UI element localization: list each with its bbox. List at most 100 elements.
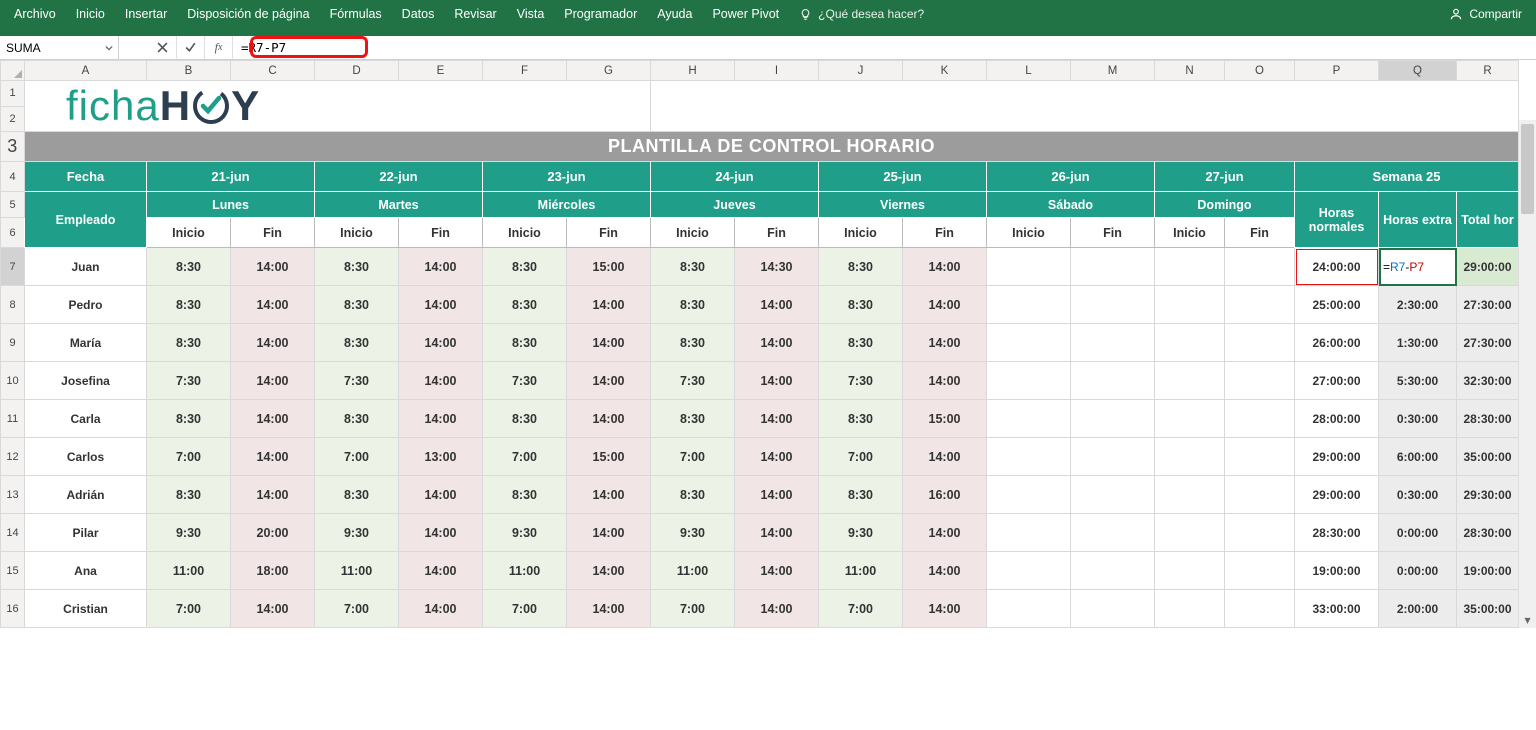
time-cell-inicio[interactable]: 8:30 bbox=[483, 400, 567, 438]
time-cell-inicio[interactable] bbox=[1155, 286, 1225, 324]
name-box[interactable] bbox=[0, 36, 100, 59]
ribbon-tab[interactable]: Insertar bbox=[115, 3, 177, 25]
time-cell-inicio[interactable]: 8:30 bbox=[819, 400, 903, 438]
time-cell-inicio[interactable] bbox=[1155, 248, 1225, 286]
ribbon-tab[interactable]: Disposición de página bbox=[177, 3, 319, 25]
share-button[interactable]: Compartir bbox=[1439, 7, 1532, 21]
horas-normales-cell[interactable]: 29:00:00 bbox=[1295, 438, 1379, 476]
time-cell-fin[interactable]: 14:00 bbox=[399, 476, 483, 514]
time-cell-fin[interactable]: 14:00 bbox=[567, 324, 651, 362]
time-cell-fin[interactable]: 14:00 bbox=[903, 590, 987, 628]
time-cell-inicio[interactable]: 8:30 bbox=[651, 476, 735, 514]
worksheet[interactable]: A B C D E F G H I J K L M N O P Q R 1 fi… bbox=[0, 60, 1536, 628]
time-cell-fin[interactable] bbox=[1225, 552, 1295, 590]
total-horas-cell[interactable]: 29:30:00 bbox=[1457, 476, 1519, 514]
ribbon-tab[interactable]: Archivo bbox=[4, 3, 66, 25]
time-cell-inicio[interactable]: 7:30 bbox=[483, 362, 567, 400]
time-cell-fin[interactable] bbox=[1225, 400, 1295, 438]
time-cell-inicio[interactable]: 8:30 bbox=[147, 324, 231, 362]
time-cell-fin[interactable]: 15:00 bbox=[567, 248, 651, 286]
time-cell-inicio[interactable]: 8:30 bbox=[483, 248, 567, 286]
time-cell-fin[interactable]: 14:00 bbox=[231, 438, 315, 476]
time-cell-inicio[interactable]: 7:00 bbox=[147, 438, 231, 476]
column-header[interactable]: O bbox=[1225, 61, 1295, 81]
row-header[interactable]: 13 bbox=[1, 476, 25, 514]
time-cell-inicio[interactable]: 7:00 bbox=[651, 590, 735, 628]
time-cell-inicio[interactable]: 9:30 bbox=[819, 514, 903, 552]
employee-name[interactable]: Carlos bbox=[25, 438, 147, 476]
time-cell-fin[interactable]: 14:00 bbox=[399, 514, 483, 552]
total-horas-cell[interactable]: 19:00:00 bbox=[1457, 552, 1519, 590]
time-cell-inicio[interactable]: 8:30 bbox=[315, 248, 399, 286]
time-cell-fin[interactable] bbox=[1071, 324, 1155, 362]
time-cell-fin[interactable]: 14:00 bbox=[903, 362, 987, 400]
time-cell-inicio[interactable]: 8:30 bbox=[819, 248, 903, 286]
time-cell-inicio[interactable]: 8:30 bbox=[819, 476, 903, 514]
time-cell-inicio[interactable] bbox=[1155, 514, 1225, 552]
time-cell-inicio[interactable]: 7:00 bbox=[819, 590, 903, 628]
row-header[interactable]: 15 bbox=[1, 552, 25, 590]
time-cell-inicio[interactable]: 7:30 bbox=[315, 362, 399, 400]
ribbon-tab[interactable]: Revisar bbox=[444, 3, 506, 25]
time-cell-fin[interactable] bbox=[1071, 438, 1155, 476]
total-horas-cell[interactable]: 27:30:00 bbox=[1457, 286, 1519, 324]
tell-me-search[interactable]: ¿Qué desea hacer? bbox=[789, 7, 934, 21]
column-header[interactable]: R bbox=[1457, 61, 1519, 81]
cancel-formula-button[interactable] bbox=[149, 36, 177, 59]
time-cell-fin[interactable]: 18:00 bbox=[231, 552, 315, 590]
time-cell-fin[interactable] bbox=[1071, 476, 1155, 514]
horas-normales-cell[interactable]: 19:00:00 bbox=[1295, 552, 1379, 590]
time-cell-inicio[interactable]: 8:30 bbox=[147, 286, 231, 324]
horas-extra-cell[interactable]: 0:30:00 bbox=[1379, 476, 1457, 514]
time-cell-fin[interactable]: 16:00 bbox=[903, 476, 987, 514]
column-header[interactable]: Q bbox=[1379, 61, 1457, 81]
time-cell-fin[interactable]: 14:00 bbox=[231, 286, 315, 324]
time-cell-inicio[interactable] bbox=[987, 438, 1071, 476]
time-cell-fin[interactable]: 14:00 bbox=[735, 324, 819, 362]
select-all-button[interactable] bbox=[1, 61, 25, 81]
horas-extra-cell[interactable]: 2:30:00 bbox=[1379, 286, 1457, 324]
horas-normales-cell[interactable]: 26:00:00 bbox=[1295, 324, 1379, 362]
time-cell-inicio[interactable]: 9:30 bbox=[147, 514, 231, 552]
time-cell-fin[interactable]: 14:00 bbox=[231, 324, 315, 362]
time-cell-inicio[interactable]: 8:30 bbox=[651, 286, 735, 324]
employee-name[interactable]: Carla bbox=[25, 400, 147, 438]
scroll-down-arrow[interactable]: ▾ bbox=[1519, 612, 1536, 628]
time-cell-inicio[interactable]: 7:30 bbox=[147, 362, 231, 400]
time-cell-inicio[interactable]: 7:00 bbox=[483, 590, 567, 628]
horas-extra-cell[interactable]: 2:00:00 bbox=[1379, 590, 1457, 628]
time-cell-inicio[interactable]: 11:00 bbox=[315, 552, 399, 590]
row-header[interactable]: 8 bbox=[1, 286, 25, 324]
scrollbar-thumb[interactable] bbox=[1521, 124, 1534, 214]
time-cell-inicio[interactable]: 8:30 bbox=[147, 400, 231, 438]
column-header[interactable]: C bbox=[231, 61, 315, 81]
time-cell-fin[interactable] bbox=[1225, 476, 1295, 514]
row-header[interactable]: 10 bbox=[1, 362, 25, 400]
time-cell-fin[interactable]: 15:00 bbox=[903, 400, 987, 438]
time-cell-inicio[interactable]: 7:30 bbox=[819, 362, 903, 400]
time-cell-fin[interactable]: 14:00 bbox=[735, 552, 819, 590]
time-cell-inicio[interactable] bbox=[1155, 324, 1225, 362]
time-cell-inicio[interactable]: 11:00 bbox=[819, 552, 903, 590]
employee-name[interactable]: Josefina bbox=[25, 362, 147, 400]
time-cell-inicio[interactable]: 8:30 bbox=[315, 286, 399, 324]
time-cell-inicio[interactable]: 8:30 bbox=[651, 400, 735, 438]
row-header[interactable]: 12 bbox=[1, 438, 25, 476]
time-cell-inicio[interactable]: 7:30 bbox=[651, 362, 735, 400]
row-header[interactable]: 2 bbox=[1, 106, 25, 132]
empty-cell[interactable] bbox=[651, 81, 1519, 132]
time-cell-inicio[interactable] bbox=[1155, 362, 1225, 400]
time-cell-inicio[interactable]: 8:30 bbox=[147, 476, 231, 514]
column-header[interactable]: I bbox=[735, 61, 819, 81]
employee-name[interactable]: Juan bbox=[25, 248, 147, 286]
time-cell-fin[interactable]: 14:00 bbox=[399, 362, 483, 400]
time-cell-inicio[interactable]: 9:30 bbox=[483, 514, 567, 552]
time-cell-inicio[interactable]: 7:00 bbox=[315, 590, 399, 628]
time-cell-fin[interactable]: 14:00 bbox=[903, 514, 987, 552]
horas-extra-cell[interactable]: 0:00:00 bbox=[1379, 552, 1457, 590]
ribbon-tab[interactable]: Power Pivot bbox=[702, 3, 789, 25]
time-cell-fin[interactable] bbox=[1225, 248, 1295, 286]
column-header[interactable]: M bbox=[1071, 61, 1155, 81]
time-cell-inicio[interactable]: 8:30 bbox=[483, 286, 567, 324]
horas-extra-cell[interactable]: 1:30:00 bbox=[1379, 324, 1457, 362]
